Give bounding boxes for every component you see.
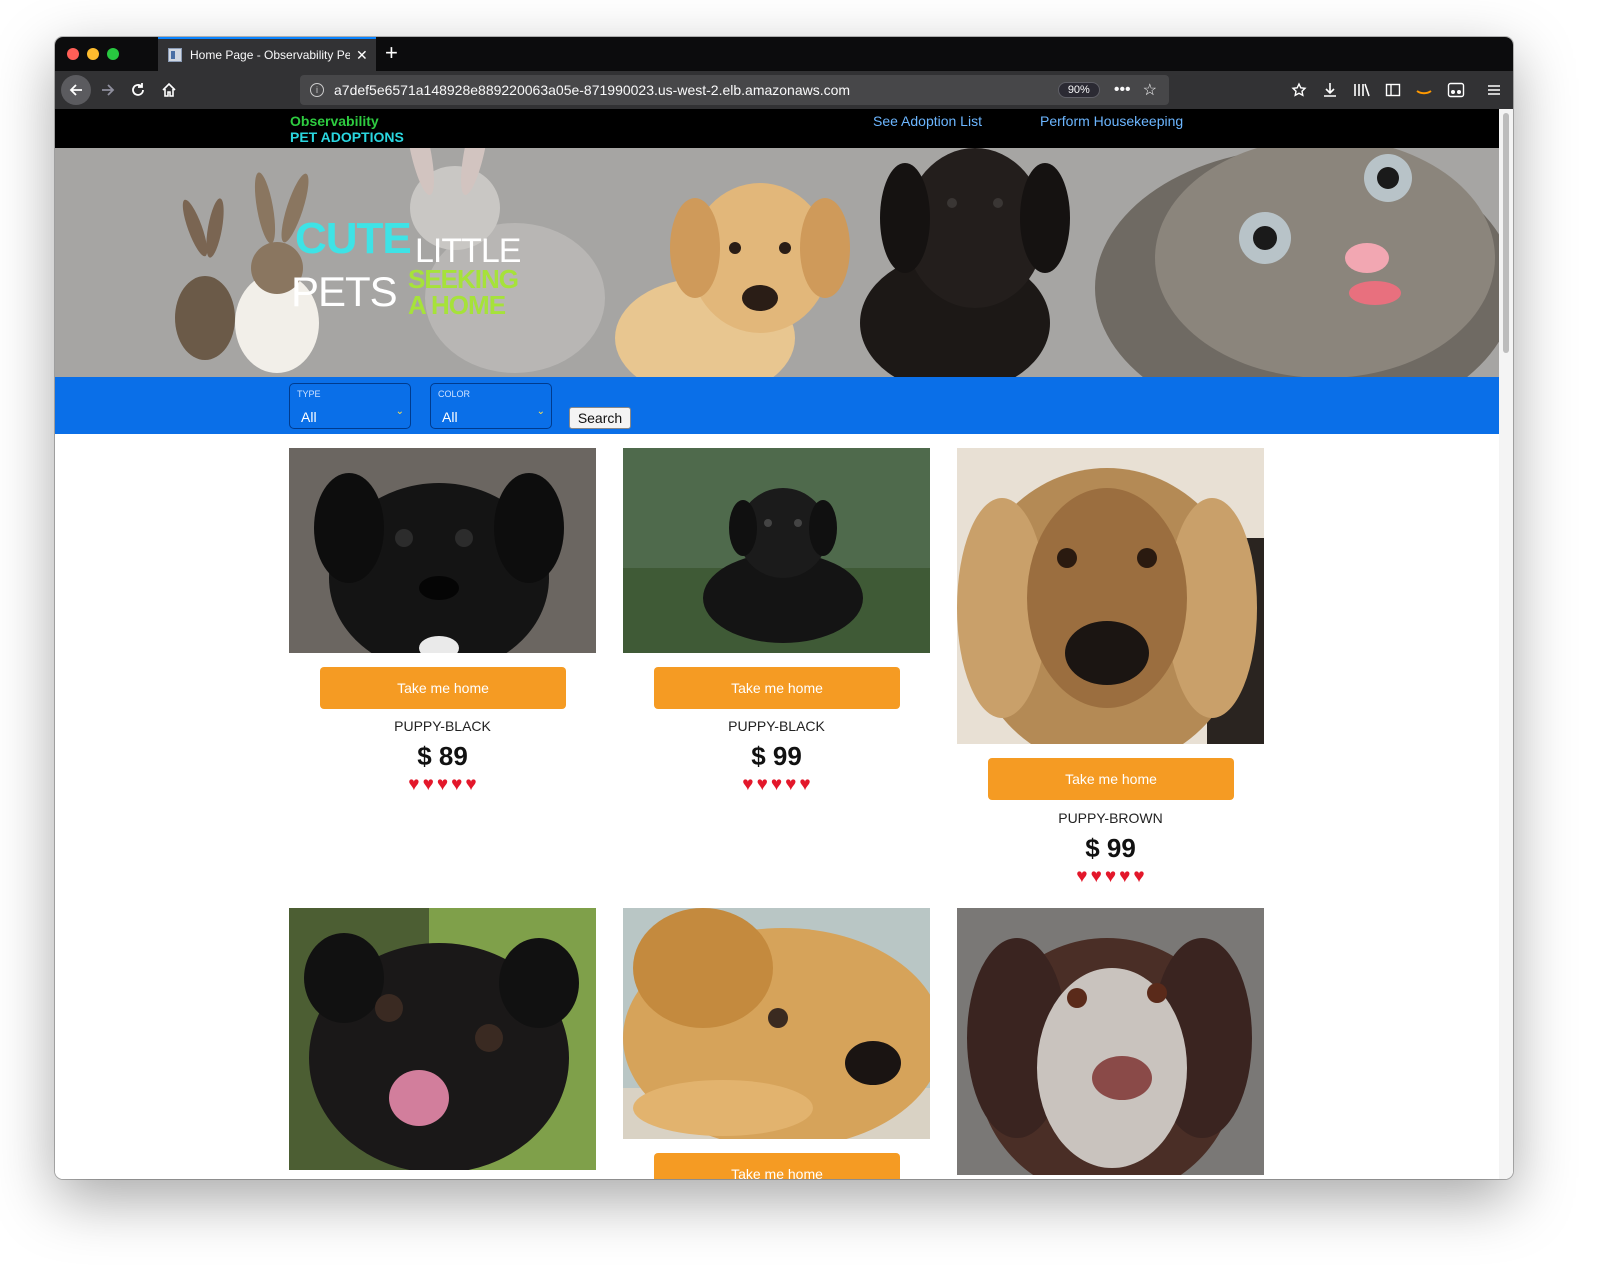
heart-icon: ♥ — [742, 774, 754, 795]
pet-photo — [289, 908, 596, 1170]
brand-line-1: Observability — [290, 113, 379, 129]
heart-icon: ♥ — [1104, 866, 1117, 887]
rating-hearts: ♥ ♥ ♥ ♥ ♥ — [623, 775, 930, 795]
scrollbar-thumb[interactable] — [1503, 113, 1509, 353]
heart-icon: ♥ — [1076, 866, 1088, 887]
reader-extension-icon[interactable] — [1445, 79, 1467, 101]
pet-photo — [623, 908, 930, 1139]
heart-icon: ♥ — [1090, 866, 1102, 887]
tab-title: Home Page - Observability Pet — [190, 48, 350, 62]
heart-icon: ♥ — [465, 774, 477, 795]
browser-window: Home Page - Observability Pet ✕ + i a7de… — [55, 37, 1513, 1179]
arrow-right-icon — [102, 84, 115, 96]
bookmark-star-icon[interactable]: ☆ — [1143, 80, 1157, 100]
banner-word-a-home: A HOME — [408, 290, 506, 320]
pet-photo — [957, 448, 1264, 744]
pet-photo — [289, 448, 596, 653]
color-select-value: All — [442, 409, 458, 425]
home-icon — [162, 82, 176, 97]
pet-photo — [957, 908, 1264, 1175]
type-select[interactable]: TYPE All ⌄ — [289, 383, 411, 429]
heart-icon: ♥ — [799, 774, 811, 795]
pet-name: PUPPY-BLACK — [728, 718, 825, 734]
pet-price: $ 99 — [1085, 833, 1136, 863]
home-button[interactable] — [156, 77, 182, 103]
chevron-down-icon: ⌄ — [536, 406, 545, 417]
reload-icon — [132, 83, 144, 96]
take-me-home-button[interactable]: Take me home — [654, 1153, 900, 1179]
pet-price: $ 89 — [417, 741, 468, 771]
close-window-button[interactable] — [67, 48, 79, 60]
see-adoption-list-link[interactable]: See Adoption List — [873, 113, 982, 129]
reload-button[interactable] — [125, 77, 151, 103]
heart-icon: ♥ — [436, 774, 449, 795]
back-button[interactable] — [61, 75, 91, 105]
maximize-window-button[interactable] — [107, 48, 119, 60]
take-me-home-button[interactable]: Take me home — [654, 667, 900, 709]
heart-icon: ♥ — [422, 774, 434, 795]
zoom-level-badge[interactable]: 90% — [1057, 82, 1100, 98]
new-tab-button[interactable]: + — [385, 41, 398, 65]
pet-photo — [623, 448, 930, 653]
page-favicon-icon — [168, 48, 182, 62]
pet-price: $ 99 — [751, 741, 802, 771]
download-icon[interactable] — [1319, 79, 1341, 101]
heart-icon: ♥ — [1133, 866, 1145, 887]
browser-tab[interactable]: Home Page - Observability Pet ✕ — [158, 37, 376, 71]
heart-icon: ♥ — [1119, 866, 1131, 887]
page-viewport: Observability PET ADOPTIONS See Adoption… — [55, 109, 1499, 1179]
color-select[interactable]: COLOR All ⌄ — [430, 383, 552, 429]
hamburger-menu-icon[interactable] — [1483, 79, 1505, 101]
type-select-value: All — [301, 409, 317, 425]
arrow-left-icon — [69, 84, 82, 96]
take-me-home-button[interactable]: Take me home — [320, 667, 566, 709]
amazon-extension-icon[interactable] — [1413, 79, 1435, 101]
pocket-icon[interactable] — [1288, 79, 1310, 101]
type-select-label: TYPE — [297, 389, 321, 399]
vertical-scrollbar[interactable] — [1499, 109, 1513, 1179]
address-bar[interactable]: i a7def5e6571a148928e889220063a05e-87199… — [300, 75, 1169, 105]
info-icon[interactable]: i — [310, 83, 324, 97]
chevron-down-icon: ⌄ — [395, 406, 404, 417]
banner-pets-illustration — [175, 148, 1499, 377]
tab-close-icon[interactable]: ✕ — [356, 47, 368, 64]
site-logo[interactable]: Observability PET ADOPTIONS — [290, 113, 404, 145]
color-select-label: COLOR — [438, 389, 471, 399]
brand-line-2: PET ADOPTIONS — [290, 129, 404, 145]
search-button[interactable]: Search — [569, 407, 631, 429]
filter-bar: TYPE All ⌄ COLOR All ⌄ Search — [55, 377, 1499, 434]
heart-icon: ♥ — [451, 774, 463, 795]
sidebar-icon[interactable] — [1382, 79, 1404, 101]
url-text[interactable]: a7def5e6571a148928e889220063a05e-8719900… — [334, 82, 1058, 98]
pet-name: PUPPY-BLACK — [394, 718, 491, 734]
take-me-home-button[interactable]: Take me home — [988, 758, 1234, 800]
heart-icon: ♥ — [770, 774, 783, 795]
heart-icon: ♥ — [785, 774, 797, 795]
rating-hearts: ♥ ♥ ♥ ♥ ♥ — [957, 867, 1264, 887]
page-actions-icon[interactable]: ••• — [1114, 81, 1131, 99]
heart-icon: ♥ — [408, 774, 420, 795]
forward-button[interactable] — [95, 77, 121, 103]
banner-word-cute: CUTE — [295, 214, 412, 263]
banner-word-pets: PETS — [291, 268, 398, 315]
rating-hearts: ♥ ♥ ♥ ♥ ♥ — [289, 775, 596, 795]
tab-strip: Home Page - Observability Pet ✕ + — [55, 37, 1513, 71]
perform-housekeeping-link[interactable]: Perform Housekeeping — [1040, 113, 1183, 129]
heart-icon: ♥ — [756, 774, 768, 795]
library-icon[interactable] — [1351, 79, 1373, 101]
hero-banner: CUTE LITTLE PETS SEEKING A HOME — [55, 148, 1499, 377]
navigation-toolbar: i a7def5e6571a148928e889220063a05e-87199… — [55, 71, 1513, 109]
site-header: Observability PET ADOPTIONS See Adoption… — [55, 109, 1499, 148]
minimize-window-button[interactable] — [87, 48, 99, 60]
pet-name: PUPPY-BROWN — [1058, 810, 1163, 826]
